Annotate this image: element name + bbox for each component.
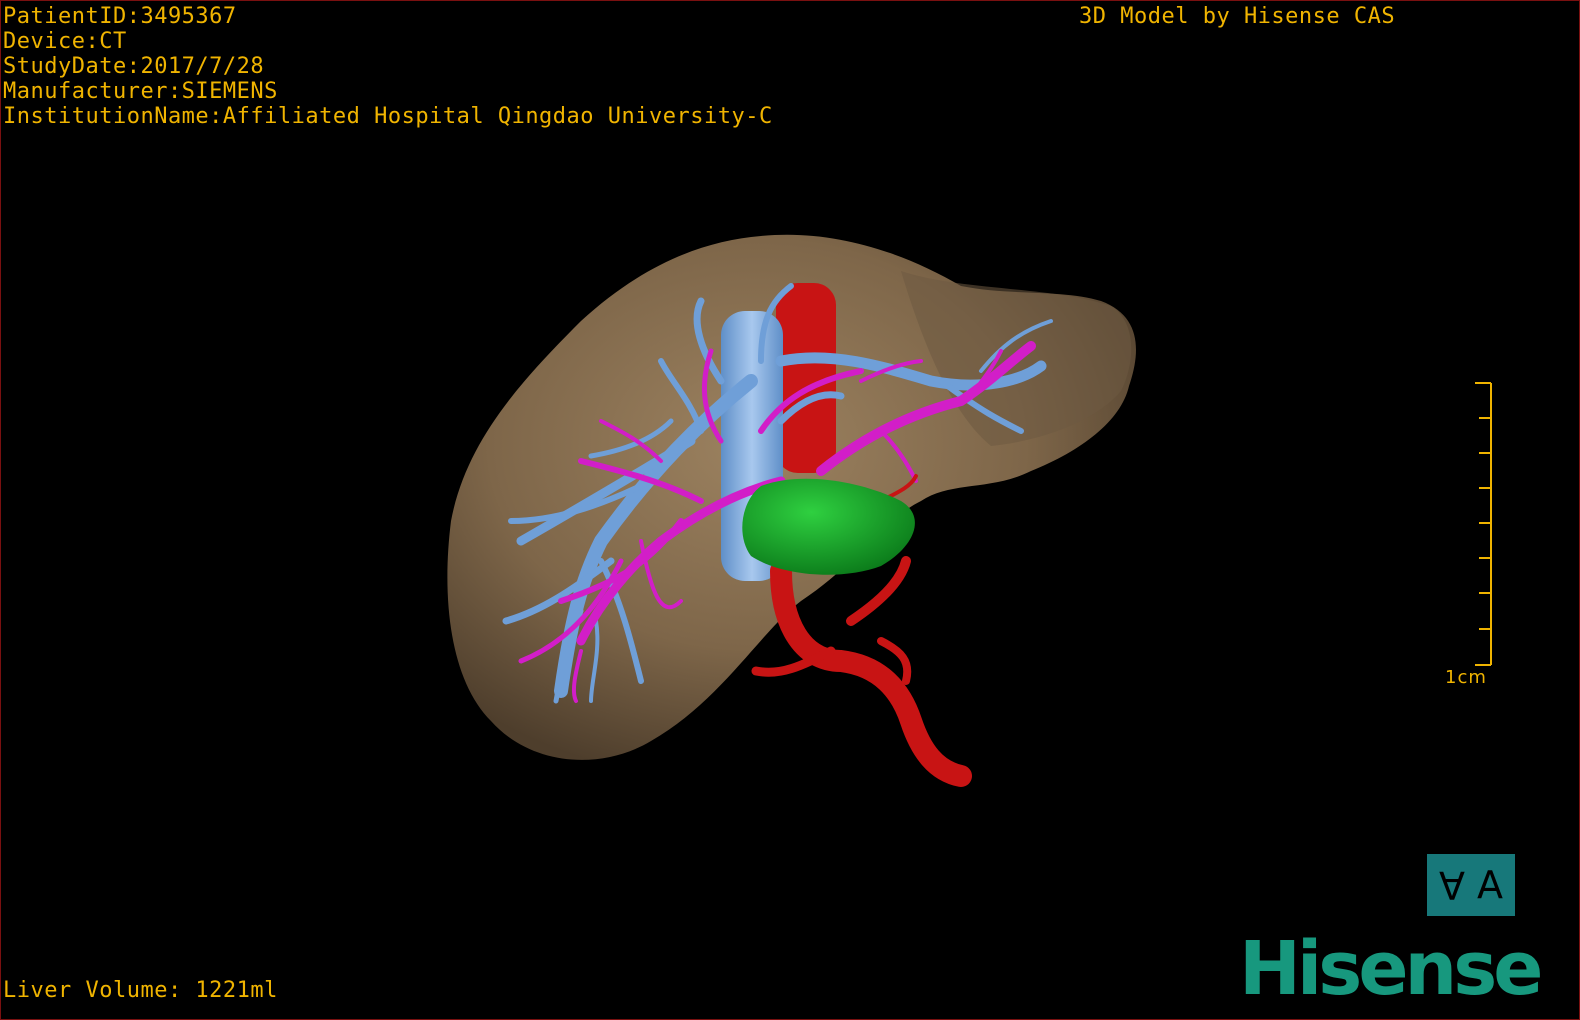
manufacturer: Manufacturer:SIEMENS: [3, 79, 278, 104]
3d-viewport[interactable]: PatientID:3495367 Device:CT StudyDate:20…: [0, 0, 1580, 1020]
scale-label: 1cm: [1445, 667, 1487, 688]
institution-name: InstitutionName:Affiliated Hospital Qing…: [3, 104, 773, 129]
orientation-flipped-icon: A: [1439, 863, 1465, 907]
liver-volume: Liver Volume: 1221ml: [3, 978, 278, 1003]
study-date: StudyDate:2017/7/28: [3, 54, 265, 79]
model-credit: 3D Model by Hisense CAS: [1079, 4, 1396, 29]
orientation-anterior-icon: A: [1477, 863, 1503, 907]
patient-id: PatientID:3495367: [3, 4, 237, 29]
device: Device:CT: [3, 29, 127, 54]
hisense-logo: Hisense: [1239, 929, 1543, 1009]
liver-3d-model[interactable]: [1, 1, 1580, 1020]
orientation-toggle-button[interactable]: A A: [1427, 854, 1515, 916]
